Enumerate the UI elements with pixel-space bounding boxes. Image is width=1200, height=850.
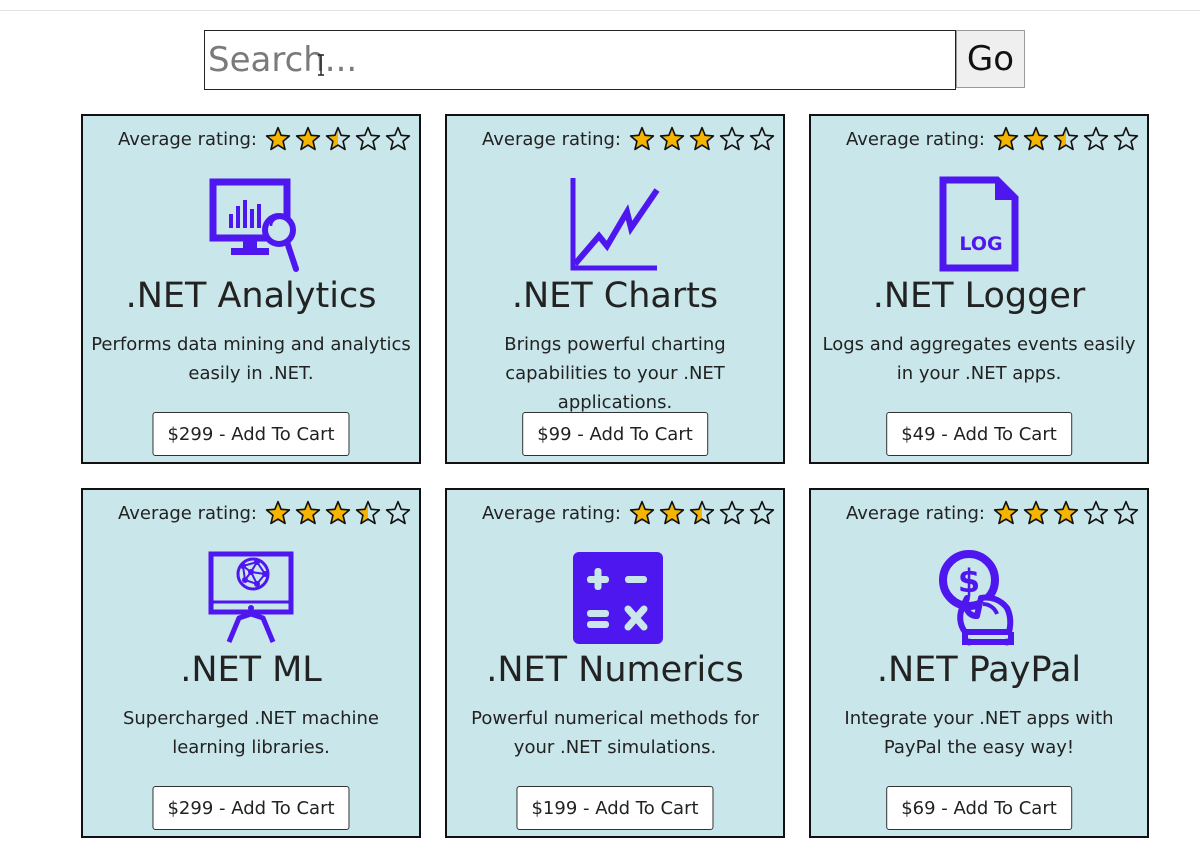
rating-label: Average rating: [845, 128, 985, 150]
log-icon-text: LOG [959, 233, 1002, 255]
rating-stars [989, 500, 1139, 526]
star-half-icon [1053, 126, 1079, 151]
svg-text:$: $ [958, 562, 980, 600]
star-empty-icon [1113, 126, 1139, 151]
rating-label: Average rating: [481, 502, 621, 524]
star-empty-icon [749, 500, 775, 525]
star-half-icon [355, 500, 381, 525]
star-empty-icon [355, 126, 381, 151]
star-full-icon [629, 500, 655, 525]
star-full-icon [265, 500, 291, 525]
average-rating: Average rating: [482, 126, 775, 152]
product-name: .NET ML [180, 650, 322, 690]
add-to-cart-button[interactable]: $69 - Add To Cart [886, 786, 1072, 830]
rating-stars [625, 126, 775, 152]
star-half-icon [689, 500, 715, 525]
average-rating: Average rating: [118, 126, 411, 152]
star-empty-icon [385, 500, 411, 525]
average-rating: Average rating: [482, 500, 775, 526]
rating-stars [261, 500, 411, 526]
average-rating: Average rating: [846, 126, 1139, 152]
star-full-icon [295, 500, 321, 525]
product-card-analytics: Average rating: .NET Analytics Performs … [81, 114, 421, 464]
product-card-numerics: Average rating: .NET Numerics Powerful n… [445, 488, 785, 838]
add-to-cart-button[interactable]: $299 - Add To Cart [152, 786, 350, 830]
star-full-icon [295, 126, 321, 151]
rating-label: Average rating: [117, 128, 257, 150]
star-half-icon [325, 126, 351, 151]
rating-stars [261, 126, 411, 152]
hand-money-icon: $ [929, 550, 1029, 646]
top-border [0, 0, 1200, 11]
text-cursor-icon [318, 54, 324, 76]
product-description: Supercharged .NET machine learning libra… [122, 708, 380, 758]
product-description: Logs and aggregates events easily in you… [822, 334, 1136, 384]
product-name: .NET Analytics [125, 276, 377, 316]
star-full-icon [659, 126, 685, 151]
log-file-icon: LOG [929, 176, 1029, 272]
star-empty-icon [385, 126, 411, 151]
rating-label: Average rating: [117, 502, 257, 524]
star-full-icon [629, 126, 655, 151]
line-chart-icon [565, 176, 665, 272]
star-full-icon [1023, 500, 1049, 525]
add-to-cart-button[interactable]: $99 - Add To Cart [522, 412, 708, 456]
product-card-ml: Average rating: .NET ML Supercharged .NE… [81, 488, 421, 838]
star-full-icon [265, 126, 291, 151]
product-description: Brings powerful charting capabilities to… [504, 334, 726, 413]
product-name: .NET PayPal [876, 650, 1082, 690]
product-card-paypal: Average rating: $ .NET PayPal Integrate … [809, 488, 1149, 838]
calculator-icon [565, 550, 665, 646]
product-card-charts: Average rating: .NET Charts Brings power… [445, 114, 785, 464]
go-button[interactable]: Go [956, 30, 1025, 88]
product-description: Performs data mining and analytics easil… [91, 334, 411, 384]
product-name: .NET Logger [872, 276, 1086, 316]
product-description: Powerful numerical methods for your .NET… [471, 708, 759, 758]
star-empty-icon [1083, 500, 1109, 525]
star-full-icon [993, 126, 1019, 151]
star-full-icon [689, 126, 715, 151]
rating-stars [989, 126, 1139, 152]
average-rating: Average rating: [846, 500, 1139, 526]
product-name: .NET Charts [511, 276, 719, 316]
add-to-cart-button[interactable]: $49 - Add To Cart [886, 412, 1072, 456]
star-empty-icon [719, 500, 745, 525]
add-to-cart-button[interactable]: $199 - Add To Cart [516, 786, 714, 830]
star-empty-icon [1083, 126, 1109, 151]
product-description: Integrate your .NET apps with PayPal the… [844, 708, 1114, 758]
add-to-cart-button[interactable]: $299 - Add To Cart [152, 412, 350, 456]
product-card-logger: Average rating: LOG .NET Logger Logs and… [809, 114, 1149, 464]
average-rating: Average rating: [118, 500, 411, 526]
rating-label: Average rating: [845, 502, 985, 524]
star-full-icon [1023, 126, 1049, 151]
star-full-icon [659, 500, 685, 525]
star-full-icon [993, 500, 1019, 525]
star-full-icon [325, 500, 351, 525]
star-full-icon [1053, 500, 1079, 525]
analytics-monitor-icon [201, 176, 301, 272]
product-name: .NET Numerics [486, 650, 744, 690]
rating-stars [625, 500, 775, 526]
star-empty-icon [1113, 500, 1139, 525]
star-empty-icon [749, 126, 775, 151]
machine-learning-brain-icon [201, 550, 301, 646]
star-empty-icon [719, 126, 745, 151]
rating-label: Average rating: [481, 128, 621, 150]
